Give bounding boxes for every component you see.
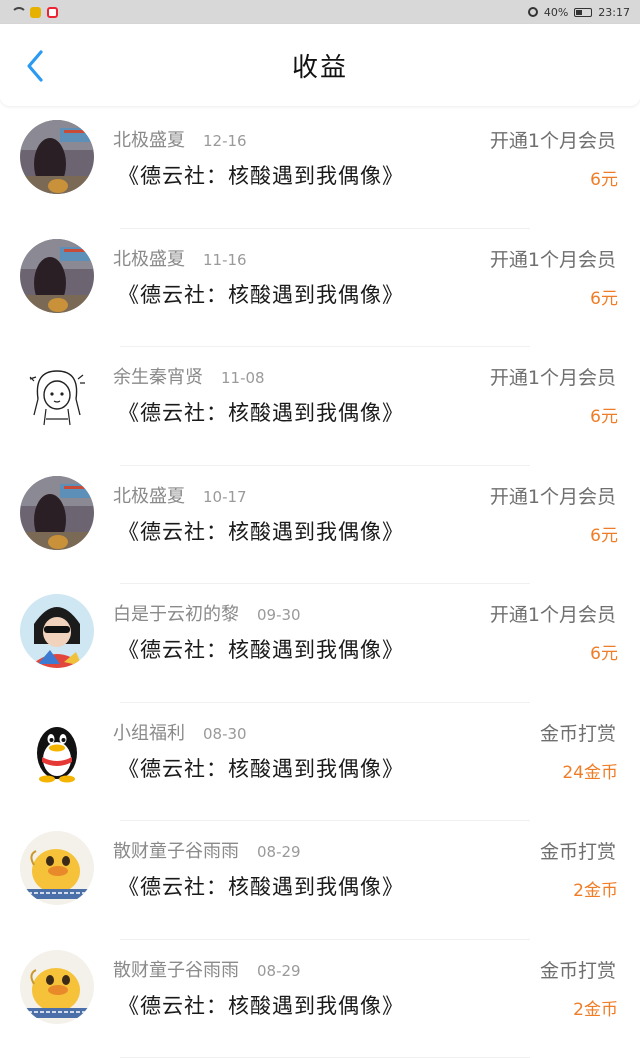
app-notification-icon [30, 7, 41, 18]
earning-type: 开通1个月会员 [490, 245, 616, 272]
status-bar: 40% 23:17 [0, 0, 640, 24]
battery-icon [574, 8, 592, 17]
date: 12-16 [203, 132, 247, 150]
book-title: 《德云社：核酸遇到我偶像》 [118, 871, 404, 901]
date: 08-29 [257, 962, 301, 980]
date: 11-16 [203, 251, 247, 269]
user-name: 白是于云初的黎 [113, 604, 239, 625]
book-title: 《德云社：核酸遇到我偶像》 [118, 160, 404, 190]
date: 08-30 [203, 725, 247, 743]
chevron-left-icon [25, 49, 45, 83]
earnings-list: 北极盛夏12-16《德云社：核酸遇到我偶像》开通1个月会员6元北极盛夏11-16… [0, 110, 640, 1058]
earning-type: 开通1个月会员 [490, 482, 616, 509]
avatar[interactable] [20, 831, 94, 905]
book-title: 《德云社：核酸遇到我偶像》 [118, 397, 404, 427]
date: 10-17 [203, 488, 247, 506]
nav-bar: 收益 [0, 24, 640, 106]
back-button[interactable] [20, 46, 50, 86]
avatar[interactable] [20, 357, 94, 431]
earning-type: 开通1个月会员 [490, 363, 616, 390]
user-name: 小组福利 [113, 723, 185, 744]
earning-amount: 2金币 [573, 876, 618, 901]
list-item[interactable]: 余生秦宵贤 11-08 《德云社：核酸遇到我偶像》 开通1个月会员 6元 [0, 347, 640, 466]
list-item[interactable]: 北极盛夏 11-16 《德云社：核酸遇到我偶像》 开通1个月会员 6元 [0, 229, 640, 348]
avatar[interactable] [20, 713, 94, 787]
book-title: 《德云社：核酸遇到我偶像》 [118, 279, 404, 309]
user-name: 散财童子谷雨雨 [113, 841, 239, 862]
earning-type: 金币打赏 [540, 719, 616, 746]
alarm-icon [528, 7, 538, 17]
date: 09-30 [257, 606, 301, 624]
list-item[interactable]: 散财童子谷雨雨 08-29 《德云社：核酸遇到我偶像》 金币打赏 2金币 [0, 940, 640, 1058]
earning-amount: 6元 [590, 402, 618, 427]
list-item[interactable]: 白是于云初的黎 09-30 《德云社：核酸遇到我偶像》 开通1个月会员 6元 [0, 584, 640, 703]
date: 08-29 [257, 843, 301, 861]
avatar[interactable] [20, 950, 94, 1024]
avatar[interactable] [20, 476, 94, 550]
earning-amount: 2金币 [573, 995, 618, 1020]
list-item[interactable]: 北极盛夏 12-16 《德云社：核酸遇到我偶像》 开通1个月会员 6元 [0, 110, 640, 229]
avatar[interactable] [20, 239, 94, 313]
earning-amount: 6元 [590, 521, 618, 546]
earning-amount: 6元 [590, 284, 618, 309]
list-item[interactable]: 北极盛夏 10-17 《德云社：核酸遇到我偶像》 开通1个月会员 6元 [0, 466, 640, 585]
user-name: 北极盛夏 [113, 249, 185, 270]
clock: 23:17 [598, 6, 630, 19]
avatar[interactable] [20, 594, 94, 668]
earning-type: 开通1个月会员 [490, 600, 616, 627]
earning-amount: 6元 [590, 639, 618, 664]
earning-amount: 6元 [590, 165, 618, 190]
earning-type: 金币打赏 [540, 956, 616, 983]
user-name: 散财童子谷雨雨 [113, 960, 239, 981]
wifi-icon [10, 7, 24, 17]
earning-amount: 24金币 [562, 758, 618, 783]
list-item[interactable]: 散财童子谷雨雨 08-29 《德云社：核酸遇到我偶像》 金币打赏 2金币 [0, 821, 640, 940]
app-notification-icon [47, 7, 58, 18]
avatar[interactable] [20, 120, 94, 194]
date: 11-08 [221, 369, 265, 387]
book-title: 《德云社：核酸遇到我偶像》 [118, 634, 404, 664]
user-name: 北极盛夏 [113, 486, 185, 507]
earning-type: 金币打赏 [540, 837, 616, 864]
list-item[interactable]: 小组福利 08-30 《德云社：核酸遇到我偶像》 金币打赏 24金币 [0, 703, 640, 822]
book-title: 《德云社：核酸遇到我偶像》 [118, 990, 404, 1020]
earning-type: 开通1个月会员 [490, 126, 616, 153]
book-title: 《德云社：核酸遇到我偶像》 [118, 516, 404, 546]
battery-percent: 40% [544, 6, 568, 19]
user-name: 余生秦宵贤 [113, 367, 203, 388]
book-title: 《德云社：核酸遇到我偶像》 [118, 753, 404, 783]
user-name: 北极盛夏 [113, 130, 185, 151]
page-title: 收益 [292, 47, 348, 84]
